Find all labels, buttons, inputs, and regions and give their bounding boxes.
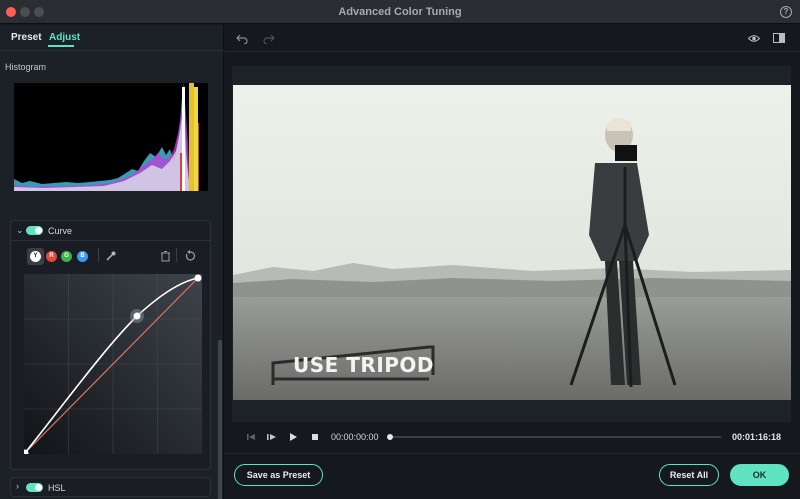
playback-progress-track[interactable] <box>388 436 721 438</box>
title-bar: Advanced Color Tuning ? <box>0 0 800 24</box>
channel-b-button[interactable]: B <box>77 251 88 262</box>
curve-toggle[interactable] <box>26 226 43 235</box>
preview-panel: USE TRIPOD 00:00:00:00 00:01:16:18 Save … <box>225 25 800 499</box>
histogram-label: Histogram <box>5 62 47 72</box>
redo-icon[interactable] <box>263 32 275 44</box>
histogram-graph <box>14 83 208 191</box>
footer-divider <box>225 453 800 454</box>
preview-image: USE TRIPOD <box>233 85 791 400</box>
undo-icon[interactable] <box>236 32 248 44</box>
current-timecode: 00:00:00:00 <box>331 432 379 442</box>
save-as-preset-button[interactable]: Save as Preset <box>234 464 323 486</box>
help-icon[interactable]: ? <box>780 6 792 18</box>
play-icon[interactable] <box>288 432 298 442</box>
playback-progress-knob[interactable] <box>387 434 393 440</box>
tool-separator <box>98 248 99 262</box>
left-panel-scrollbar[interactable] <box>218 340 222 499</box>
adjust-panel: Preset Adjust Histogram ⌄ Curve Y R G B <box>0 25 224 499</box>
toolbar-divider <box>225 51 800 52</box>
hsl-panel[interactable]: › HSL <box>10 477 211 497</box>
curve-label: Curve <box>48 226 73 236</box>
stop-icon[interactable] <box>310 432 320 442</box>
window-title: Advanced Color Tuning <box>338 6 462 18</box>
eyedropper-icon[interactable] <box>105 250 117 262</box>
tab-preset[interactable]: Preset <box>11 32 42 43</box>
channel-g-button[interactable]: G <box>61 251 72 262</box>
tool-separator-2 <box>176 248 177 262</box>
chevron-right-icon[interactable]: › <box>16 481 19 491</box>
eye-icon[interactable] <box>748 34 760 43</box>
trash-icon[interactable] <box>160 250 171 262</box>
curve-control-point[interactable] <box>133 312 141 320</box>
reset-all-button[interactable]: Reset All <box>659 464 719 486</box>
channel-y-button[interactable]: Y <box>30 251 41 262</box>
split-view-icon[interactable] <box>773 32 785 44</box>
total-timecode: 00:01:16:18 <box>732 432 782 442</box>
overlay-title-text: USE TRIPOD <box>293 353 435 377</box>
curve-panel: ⌄ Curve Y R G B <box>10 220 211 470</box>
previous-frame-icon[interactable] <box>246 432 256 442</box>
channel-r-button[interactable]: R <box>46 251 57 262</box>
curve-end-point[interactable] <box>194 274 202 282</box>
reset-icon[interactable] <box>184 250 196 262</box>
hsl-toggle[interactable] <box>26 483 43 492</box>
chevron-down-icon[interactable]: ⌄ <box>16 225 24 236</box>
hsl-label: HSL <box>48 483 66 493</box>
active-tab-indicator <box>48 45 74 47</box>
curve-graph[interactable] <box>24 274 202 454</box>
tab-adjust[interactable]: Adjust <box>49 32 80 43</box>
curve-divider <box>11 240 210 241</box>
tabs-divider <box>0 50 224 51</box>
next-frame-icon[interactable] <box>266 432 277 442</box>
ok-button[interactable]: OK <box>730 464 789 486</box>
